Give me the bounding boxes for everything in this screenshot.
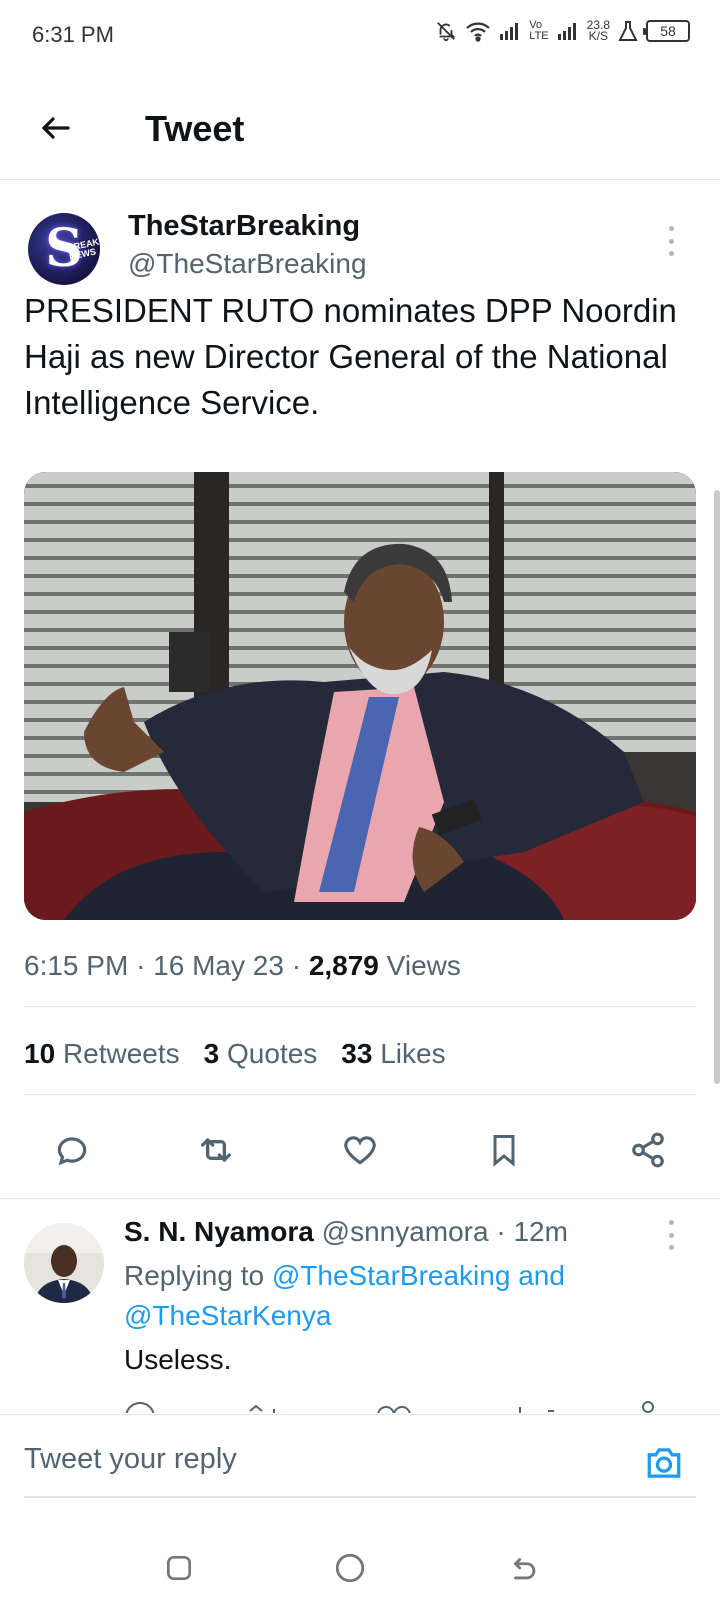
back-button[interactable]: [34, 106, 78, 150]
reply-avatar[interactable]: [24, 1223, 104, 1303]
camera-icon: [647, 1448, 681, 1478]
reply-author-name[interactable]: S. N. Nyamora: [124, 1216, 314, 1247]
battery-indicator: 58: [643, 20, 690, 42]
app-header: Tweet: [0, 84, 720, 180]
views-label: Views: [386, 950, 461, 981]
tweet-time: 6:15 PM: [24, 950, 129, 981]
arrow-left-icon: [42, 117, 70, 139]
tweet-media-photo[interactable]: [24, 472, 696, 920]
replying-to-link-1[interactable]: @TheStarBreaking and: [272, 1260, 565, 1291]
retweet-icon: [201, 1138, 231, 1162]
meta-separator: ·: [291, 950, 302, 981]
reply-more-button[interactable]: [664, 1220, 678, 1250]
tweet-meta: 6:15 PM · 16 May 23 · 2,879 Views: [24, 950, 461, 982]
page-title: Tweet: [145, 108, 245, 149]
square-icon: [167, 1556, 191, 1580]
tweet-stats: 10 Retweets 3 Quotes 33 Likes: [24, 1038, 446, 1070]
reply-button[interactable]: [42, 1120, 102, 1180]
wifi-icon: [466, 22, 491, 42]
home-button[interactable]: [326, 1544, 374, 1592]
reply-input[interactable]: [24, 1443, 584, 1476]
divider: [0, 1198, 720, 1199]
likes-stat[interactable]: 33 Likes: [341, 1038, 445, 1070]
reply-author-handle[interactable]: @snnyamora: [322, 1216, 489, 1247]
more-dot: [668, 1232, 674, 1238]
more-dot: [668, 251, 674, 256]
tweet-actions: [0, 1120, 720, 1180]
reply-icon: [57, 1137, 87, 1166]
tweet-more-button[interactable]: [664, 226, 678, 256]
mute-bell-icon: [437, 22, 456, 42]
composer-underline: [24, 1496, 696, 1498]
replying-prefix: Replying to: [124, 1260, 265, 1291]
volte-indicator: Vo LTE: [529, 19, 549, 42]
reply-text: Useless.: [124, 1344, 232, 1375]
share-button[interactable]: [618, 1120, 678, 1180]
more-dot: [668, 1245, 674, 1250]
meta-separator: ·: [136, 950, 146, 981]
share-icon: [632, 1132, 664, 1168]
reply-age: 12m: [513, 1216, 568, 1247]
author-name[interactable]: TheStarBreaking: [128, 210, 360, 243]
divider: [24, 1094, 696, 1095]
network-speed: 23.8 K/S: [586, 18, 610, 43]
reply-composer: [0, 1414, 720, 1514]
meta-separator: ·: [496, 1216, 506, 1247]
retweet-button[interactable]: [186, 1120, 246, 1180]
bookmark-icon: [493, 1135, 515, 1167]
system-navigation-bar: [0, 1530, 720, 1612]
tweet-date: 16 May 23: [153, 950, 284, 981]
more-dot: [668, 226, 674, 231]
replying-to-link-2[interactable]: @TheStarKenya: [124, 1300, 331, 1331]
camera-button[interactable]: [638, 1437, 690, 1489]
replying-to: Replying to @TheStarBreaking and @TheSta…: [124, 1256, 684, 1336]
circle-icon: [335, 1553, 365, 1583]
retweets-stat[interactable]: 10 Retweets: [24, 1038, 180, 1070]
more-dot: [668, 238, 674, 244]
like-icon: [344, 1136, 376, 1165]
recent-apps-button[interactable]: [155, 1544, 203, 1592]
back-nav-button[interactable]: [500, 1544, 548, 1592]
more-dot: [668, 1220, 674, 1225]
reply-actions-peek: [0, 1395, 720, 1413]
reply-header: S. N. Nyamora @snnyamora · 12m: [124, 1216, 568, 1248]
status-bar: 6:31 PM Vo LTE 23.8 K/S 58: [0, 0, 720, 72]
author-handle[interactable]: @TheStarBreaking: [128, 248, 367, 280]
tweet-text: PRESIDENT RUTO nominates DPP Noordin Haj…: [24, 292, 677, 421]
signal-icon: [500, 23, 519, 40]
bookmark-button[interactable]: [474, 1120, 534, 1180]
quotes-stat[interactable]: 3 Quotes: [204, 1038, 318, 1070]
like-button[interactable]: [330, 1120, 390, 1180]
back-arrow-icon: [513, 1558, 536, 1580]
signal-icon-2: [557, 23, 576, 40]
scrollbar[interactable]: [714, 490, 720, 1084]
divider: [24, 1006, 696, 1007]
author-avatar[interactable]: S BREAKING NEWS: [28, 213, 100, 285]
flask-icon: [618, 21, 638, 41]
views-count: 2,879: [308, 950, 379, 981]
status-time: 6:31 PM: [32, 22, 114, 47]
status-icons: Vo LTE 23.8 K/S 58: [435, 18, 690, 43]
